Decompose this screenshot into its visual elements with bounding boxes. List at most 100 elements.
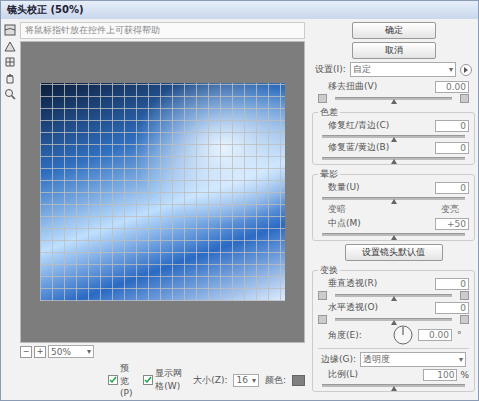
preview-options: 预览(P) 显示网格(W) 大小(Z): 16▾ 颜色: bbox=[20, 360, 305, 398]
value-field[interactable]: 0.00 bbox=[435, 81, 469, 93]
lens-correction-dialog: 镜头校正 (50%) 将鼠标指针放在控件上可获得帮助 − + 50%▾ 预览(P… bbox=[0, 0, 479, 401]
slider-thumb[interactable] bbox=[391, 235, 397, 240]
separator bbox=[318, 348, 469, 349]
zoom-value: 50% bbox=[51, 347, 71, 357]
group-title: 晕影 bbox=[318, 168, 340, 181]
slider-track[interactable] bbox=[335, 318, 452, 321]
grid-color-swatch[interactable] bbox=[292, 375, 305, 386]
group-title: 变换 bbox=[318, 264, 340, 277]
slider-track[interactable] bbox=[322, 197, 465, 200]
slider-track-row bbox=[318, 195, 469, 202]
slider-label-row: 移去扭曲(V) 0.00 bbox=[318, 80, 469, 93]
edge-value: 透明度 bbox=[363, 353, 390, 366]
size-dropdown[interactable]: 16▾ bbox=[233, 374, 258, 387]
move-grid-tool-icon[interactable] bbox=[4, 56, 16, 68]
size-label: 大小(Z): bbox=[193, 374, 227, 387]
toolbar bbox=[3, 22, 17, 398]
slider-label-row: 垂直透视(R) 0 bbox=[318, 277, 469, 290]
angle-dial-icon[interactable] bbox=[393, 325, 413, 345]
grid-overlay bbox=[40, 83, 285, 301]
slider-thumb[interactable] bbox=[391, 386, 397, 391]
checkbox-box[interactable] bbox=[108, 375, 118, 385]
lens-default-button[interactable]: 设置镜头默认值 bbox=[345, 244, 443, 261]
help-hint: 将鼠标指针放在控件上可获得帮助 bbox=[20, 22, 305, 39]
slider-thumb[interactable] bbox=[391, 99, 397, 104]
zoom-out-button[interactable]: − bbox=[20, 346, 32, 358]
slider-track[interactable] bbox=[335, 294, 452, 297]
slider-row: 移去扭曲(V) 0.00 bbox=[318, 80, 469, 103]
size-value: 16 bbox=[236, 375, 247, 385]
color-label: 颜色: bbox=[265, 374, 286, 387]
dialog-button[interactable]: 取消 bbox=[352, 42, 436, 59]
slider-left-icon bbox=[318, 315, 327, 324]
checkbox-box[interactable] bbox=[143, 375, 153, 385]
edge-row: 边缘(G): 透明度 ▾ bbox=[318, 352, 469, 367]
slider-label: 修复蓝/黄边(B) bbox=[328, 141, 432, 154]
check-icon bbox=[144, 376, 152, 384]
straighten-tool-icon[interactable] bbox=[4, 40, 16, 52]
slider-track-row bbox=[318, 133, 469, 140]
slider-row: 修复蓝/黄边(B) 0 bbox=[318, 141, 469, 162]
settings-value: 自定 bbox=[353, 63, 371, 76]
slider-track-row bbox=[318, 94, 469, 103]
slider-row: 垂直透视(R) 0 bbox=[318, 277, 469, 300]
checkbox[interactable]: 显示网格(W) bbox=[143, 367, 187, 393]
settings-menu-button[interactable] bbox=[460, 64, 472, 76]
value-field[interactable]: 100 bbox=[423, 369, 457, 381]
dropdown-arrow-icon: ▾ bbox=[459, 355, 463, 364]
transform-group: 变换 垂直透视(R) 0 水平透视(O) 0 角度(E): 0.00 ° 边缘(… bbox=[312, 264, 475, 392]
slider-track[interactable] bbox=[322, 135, 465, 138]
angle-unit: ° bbox=[457, 330, 462, 340]
slider-label-row: 数量(U) 0 bbox=[318, 181, 469, 194]
window-title: 镜头校正 (50%) bbox=[7, 3, 84, 17]
slider-label: 数量(U) bbox=[328, 181, 432, 194]
settings-dropdown[interactable]: 自定▾ bbox=[350, 62, 456, 77]
zoom-dropdown[interactable]: 50%▾ bbox=[48, 345, 94, 358]
preview-photo bbox=[40, 83, 285, 301]
slider-label: 中点(M) bbox=[328, 217, 432, 230]
hand-tool-icon[interactable] bbox=[4, 72, 16, 84]
remove-distortion-tool-icon[interactable] bbox=[4, 24, 16, 36]
slider-label-row: 比例(L) 100 % bbox=[318, 368, 469, 381]
slider-thumb[interactable] bbox=[391, 137, 397, 142]
end-label: 变亮 bbox=[441, 203, 459, 216]
value-field[interactable]: 0 bbox=[435, 142, 469, 154]
slider-thumb[interactable] bbox=[391, 159, 397, 164]
slider-track[interactable] bbox=[322, 157, 465, 160]
angle-value[interactable]: 0.00 bbox=[418, 329, 452, 341]
slider-left-icon bbox=[318, 291, 327, 300]
slider-track-row bbox=[318, 382, 469, 389]
dialog-button[interactable]: 确定 bbox=[352, 22, 436, 39]
slider-track[interactable] bbox=[322, 233, 465, 236]
slider-track-row bbox=[318, 231, 469, 238]
slider-right-icon bbox=[460, 315, 469, 324]
edge-dropdown[interactable]: 透明度 ▾ bbox=[360, 352, 466, 367]
slider-track-row bbox=[318, 291, 469, 300]
slider-label-row: 中点(M) +50 bbox=[318, 217, 469, 230]
title-bar: 镜头校正 (50%) bbox=[1, 1, 478, 19]
slider-track[interactable] bbox=[322, 384, 465, 387]
slider-track[interactable] bbox=[335, 97, 452, 100]
preview-column: 将鼠标指针放在控件上可获得帮助 − + 50%▾ 预览(P) 显示网格(W) 大… bbox=[20, 22, 305, 398]
checkbox[interactable]: 预览(P) bbox=[108, 362, 137, 398]
value-field[interactable]: 0 bbox=[435, 182, 469, 194]
slider-thumb[interactable] bbox=[391, 199, 397, 204]
dialog-body: 将鼠标指针放在控件上可获得帮助 − + 50%▾ 预览(P) 显示网格(W) 大… bbox=[1, 19, 478, 400]
vignette-ends: 变暗变亮 bbox=[318, 203, 469, 216]
value-field[interactable]: 0 bbox=[435, 302, 469, 314]
zoom-tool-icon[interactable] bbox=[4, 88, 16, 100]
value-field[interactable]: 0 bbox=[435, 120, 469, 132]
settings-row: 设置(I): 自定▾ bbox=[312, 62, 475, 77]
slider-thumb[interactable] bbox=[391, 320, 397, 325]
value-field[interactable]: +50 bbox=[435, 218, 469, 230]
zoom-in-button[interactable]: + bbox=[34, 346, 46, 358]
value-field[interactable]: 0 bbox=[435, 278, 469, 290]
slider-thumb[interactable] bbox=[391, 296, 397, 301]
checkbox-label: 显示网格(W) bbox=[155, 367, 187, 393]
preview-canvas[interactable] bbox=[20, 41, 305, 343]
edge-label: 边缘(G): bbox=[321, 353, 356, 366]
slider-row: 比例(L) 100 % bbox=[318, 368, 469, 389]
group-title: 色差 bbox=[318, 106, 340, 119]
slider-right-icon bbox=[460, 291, 469, 300]
angle-label: 角度(E): bbox=[328, 329, 388, 342]
